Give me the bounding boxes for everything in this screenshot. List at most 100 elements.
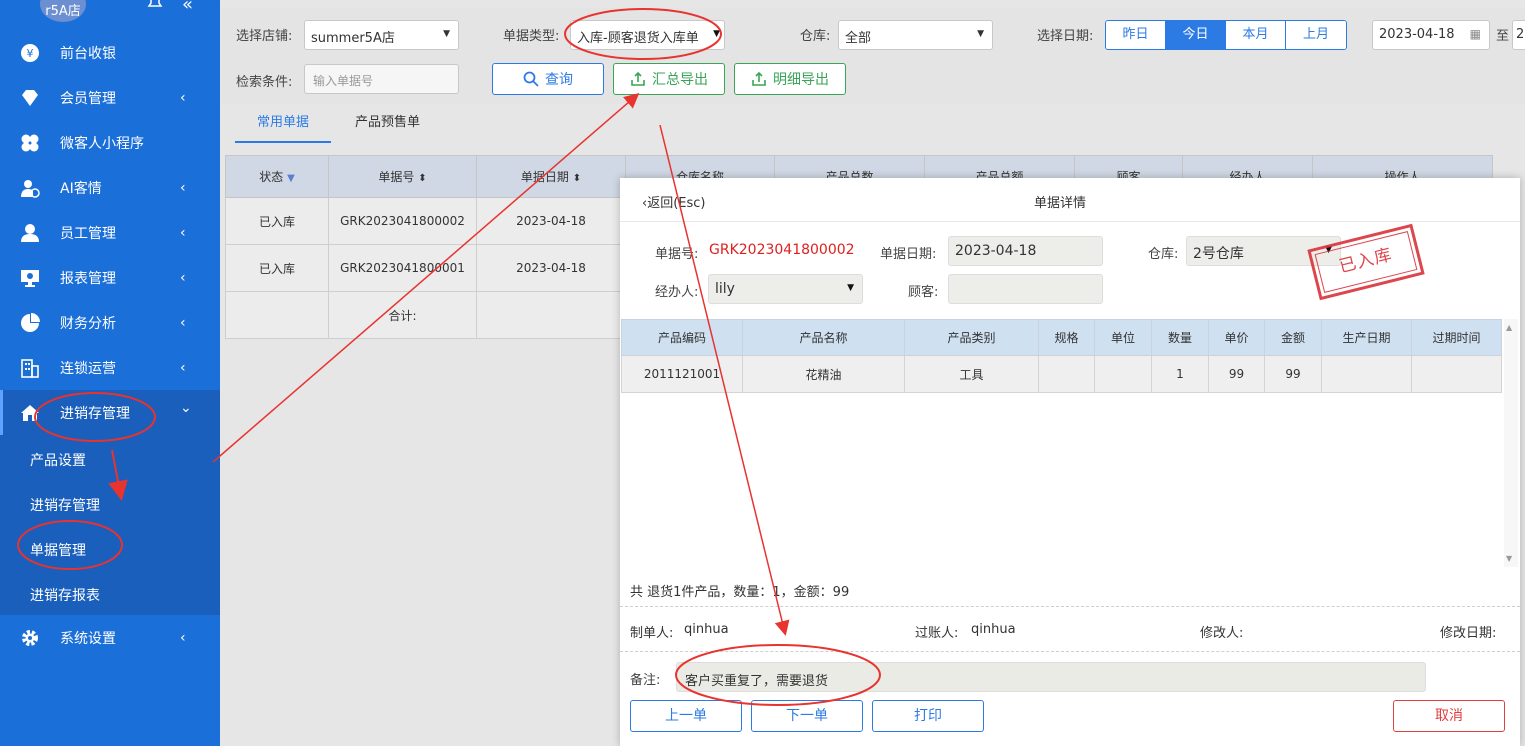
handler-value: lily	[715, 281, 735, 297]
remark-field[interactable]: 客户买重复了，需要退货	[676, 662, 1426, 692]
menu-item-finance[interactable]: 财务分析 ‹	[0, 300, 220, 345]
column-header[interactable]: 单据日期 ⬍	[476, 155, 626, 198]
product-unit-price: 99	[1208, 355, 1265, 393]
date-tab-yesterday[interactable]: 昨日	[1106, 21, 1166, 49]
search-label: 检索条件:	[236, 75, 293, 90]
warehouse-select[interactable]: 全部 ▼	[838, 20, 993, 50]
date-label: 选择日期:	[1037, 29, 1094, 44]
date-tab-last-month[interactable]: 上月	[1286, 21, 1346, 49]
scroll-down-icon[interactable]: ▼	[1506, 554, 1512, 563]
print-button[interactable]: 打印	[872, 700, 984, 732]
table-cell-doc-date: 2023-04-18	[476, 244, 626, 292]
menu-label: 微客人小程序	[60, 135, 144, 152]
product-summary: 共 退货1件产品，数量：1，金额：99	[630, 585, 850, 600]
start-date-field[interactable]: 2023-04-18 ▦	[1372, 20, 1490, 50]
store-select[interactable]: summer5A店 ▼	[304, 20, 459, 50]
column-header[interactable]: 单据号 ⬍	[328, 155, 477, 198]
menu-label: 进销存管理	[60, 405, 130, 422]
product-expiry-date	[1411, 355, 1502, 393]
query-button-label: 查询	[545, 72, 573, 88]
tab-common-documents[interactable]: 常用单据	[235, 108, 331, 143]
end-date-field[interactable]: 2	[1512, 20, 1525, 50]
scroll-up-icon[interactable]: ▲	[1506, 323, 1512, 332]
remark-label: 备注:	[630, 673, 661, 688]
modal-warehouse-label: 仓库:	[1148, 247, 1179, 262]
to-label: 至	[1496, 29, 1510, 44]
cancel-button[interactable]: 取消	[1393, 700, 1505, 732]
product-amount: 99	[1264, 355, 1322, 393]
detail-export-button[interactable]: 明细导出	[734, 63, 846, 95]
column-header[interactable]: 状态 ▼	[225, 155, 329, 198]
product-spec	[1038, 355, 1095, 393]
product-code: 2011121001	[621, 355, 743, 393]
modifier-label: 修改人:	[1200, 626, 1244, 641]
warehouse-label: 仓库:	[800, 29, 831, 44]
filter-caret-icon: ▼	[287, 173, 295, 184]
clover-icon	[20, 133, 40, 153]
store-label: 选择店铺:	[236, 29, 293, 44]
divider	[620, 606, 1520, 607]
date-tab-this-month[interactable]: 本月	[1226, 21, 1286, 49]
menu-label: 会员管理	[60, 90, 116, 107]
column-header-label: 状态	[259, 170, 284, 184]
sidebar: r5A店 « ¥ 前台收银 会员管理 ‹ 微客人小程序 AI客情 ‹ 员工管理 …	[0, 0, 220, 746]
submenu-document-management[interactable]: 单据管理	[30, 540, 86, 560]
chevron-left-icon: ‹	[180, 224, 186, 241]
menu-item-inventory[interactable]: 进销存管理 ⌄	[0, 390, 220, 435]
submenu-inventory-report[interactable]: 进销存报表	[30, 585, 100, 605]
chevron-left-icon: ‹	[180, 314, 186, 331]
product-column-header: 数量	[1151, 319, 1209, 356]
menu-item-mini-program[interactable]: 微客人小程序	[0, 120, 220, 165]
product-column-header: 生产日期	[1321, 319, 1412, 356]
menu-item-cashier[interactable]: ¥ 前台收银	[0, 30, 220, 75]
next-document-button[interactable]: 下一单	[751, 700, 863, 732]
menu-item-members[interactable]: 会员管理 ‹	[0, 75, 220, 120]
calendar-icon: ▦	[1469, 27, 1481, 41]
doc-type-select[interactable]: 入库-顾客退货入库单 ▼	[570, 20, 725, 50]
submenu-inventory-management[interactable]: 进销存管理	[30, 495, 100, 515]
search-icon	[523, 71, 539, 87]
menu-item-system-settings[interactable]: 系统设置 ‹	[0, 615, 220, 660]
modify-date-label: 修改日期:	[1440, 626, 1497, 641]
menu-item-chain[interactable]: 连锁运营 ‹	[0, 345, 220, 390]
previous-document-button[interactable]: 上一单	[630, 700, 742, 732]
table-cell-doc-no: GRK2023041800001	[328, 244, 477, 292]
table-cell-status: 已入库	[225, 197, 329, 245]
bell-icon[interactable]	[146, 0, 164, 10]
menu-item-reports[interactable]: 报表管理 ‹	[0, 255, 220, 300]
menu-label: 员工管理	[60, 225, 116, 242]
handler-select[interactable]: lily ▼	[708, 274, 863, 304]
monitor-icon	[20, 268, 40, 288]
tab-presale-documents[interactable]: 产品预售单	[355, 108, 445, 143]
menu-label: 连锁运营	[60, 360, 116, 377]
person-icon	[20, 223, 40, 243]
collapse-sidebar-icon[interactable]: «	[182, 0, 193, 15]
warehouse-select-value: 全部	[845, 31, 872, 46]
column-header-label: 单据日期	[520, 170, 569, 184]
submenu-product-settings[interactable]: 产品设置	[30, 450, 86, 470]
poster-label: 过账人:	[915, 626, 959, 641]
table-total-label: 合计:	[328, 291, 477, 339]
product-column-header: 产品编码	[621, 319, 743, 356]
menu-item-staff[interactable]: 员工管理 ‹	[0, 210, 220, 255]
search-input[interactable]: 输入单据号	[304, 64, 459, 94]
product-row[interactable]: 2011121001 花精油 工具 1 99 99	[621, 355, 1502, 393]
product-production-date	[1321, 355, 1412, 393]
date-tab-today[interactable]: 今日	[1166, 21, 1226, 49]
modal-warehouse-value: 2号仓库	[1193, 246, 1244, 262]
product-column-header: 过期时间	[1411, 319, 1502, 356]
diamond-icon	[20, 88, 40, 108]
start-date-value: 2023-04-18	[1379, 27, 1455, 42]
yen-icon: ¥	[20, 43, 40, 63]
product-table-scrollbar[interactable]: ▲ ▼	[1504, 319, 1518, 567]
menu-item-ai-customer[interactable]: AI客情 ‹	[0, 165, 220, 210]
product-category: 工具	[904, 355, 1039, 393]
summary-export-button[interactable]: 汇总导出	[613, 63, 725, 95]
query-button[interactable]: 查询	[492, 63, 604, 95]
pie-icon	[20, 312, 40, 333]
home-icon	[20, 403, 40, 423]
date-range-tabs: 昨日 今日 本月 上月	[1105, 20, 1347, 50]
store-badge[interactable]: r5A店	[40, 0, 86, 22]
product-column-header: 规格	[1038, 319, 1095, 356]
menu-label: 报表管理	[60, 270, 116, 287]
